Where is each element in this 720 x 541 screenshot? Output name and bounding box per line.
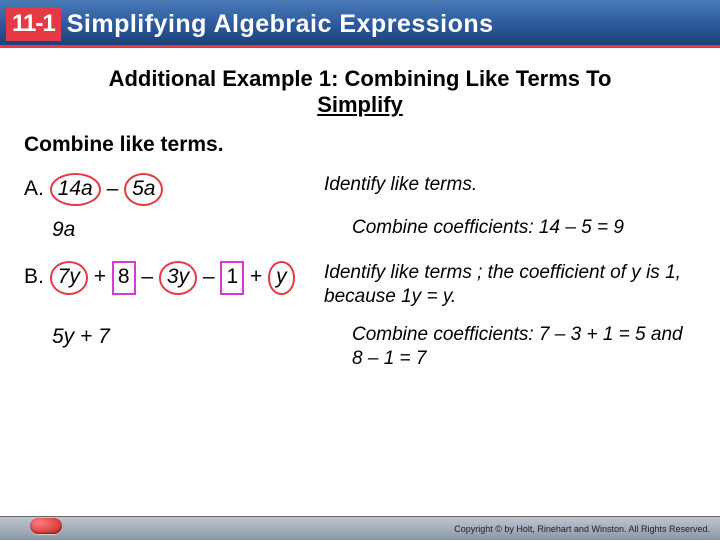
part-b-row1: B. 7y + 8 – 3y – 1 + y Identify like ter… [24, 261, 696, 309]
like-term-box: 8 [112, 261, 136, 294]
lesson-title: Simplifying Algebraic Expressions [67, 10, 494, 39]
nav-button-icon[interactable] [30, 518, 62, 534]
header-bar: 11-1 Simplifying Algebraic Expressions [0, 0, 720, 48]
footer-bar: Copyright © by Holt, Rinehart and Winsto… [0, 516, 720, 540]
like-term-oval: 14a [50, 173, 101, 206]
lesson-number-box: 11-1 [6, 7, 61, 41]
part-a-expression: A. 14a – 5a [24, 173, 324, 206]
minus-sign: – [203, 265, 215, 288]
plus-sign: + [94, 265, 106, 288]
minus-sign: – [107, 177, 119, 200]
part-b-result: 5y + 7 [52, 323, 352, 350]
like-term-box: 1 [220, 261, 244, 294]
like-term-oval: y [268, 261, 295, 294]
part-b-expression: B. 7y + 8 – 3y – 1 + y [24, 261, 324, 294]
part-a-row1: A. 14a – 5a Identify like terms. [24, 173, 696, 206]
part-a-result: 9a [52, 216, 352, 243]
example-title-line2: Simplify [317, 92, 403, 117]
minus-sign: – [141, 265, 153, 288]
header-underline [0, 45, 720, 48]
example-title-line1: Additional Example 1: Combining Like Ter… [109, 66, 612, 91]
part-a-label: A. [24, 177, 44, 200]
plus-sign: + [250, 265, 262, 288]
copyright-text: Copyright © by Holt, Rinehart and Winsto… [454, 524, 710, 534]
like-term-oval: 3y [159, 261, 197, 294]
work-area: A. 14a – 5a Identify like terms. 9a Comb… [24, 173, 696, 371]
part-b-note1: Identify like terms ; the coefficient of… [324, 261, 696, 309]
like-term-oval: 5a [124, 173, 163, 206]
part-a-row2: 9a Combine coefficients: 14 – 5 = 9 [24, 216, 696, 243]
part-a-note2: Combine coefficients: 14 – 5 = 9 [352, 216, 696, 240]
part-a-note1: Identify like terms. [324, 173, 696, 197]
like-term-oval: 7y [50, 261, 88, 294]
part-b-row2: 5y + 7 Combine coefficients: 7 – 3 + 1 =… [24, 323, 696, 371]
instruction-text: Combine like terms. [24, 133, 720, 157]
example-title: Additional Example 1: Combining Like Ter… [30, 66, 690, 119]
part-b-note2: Combine coefficients: 7 – 3 + 1 = 5 and … [352, 323, 696, 371]
part-b-label: B. [24, 265, 44, 288]
